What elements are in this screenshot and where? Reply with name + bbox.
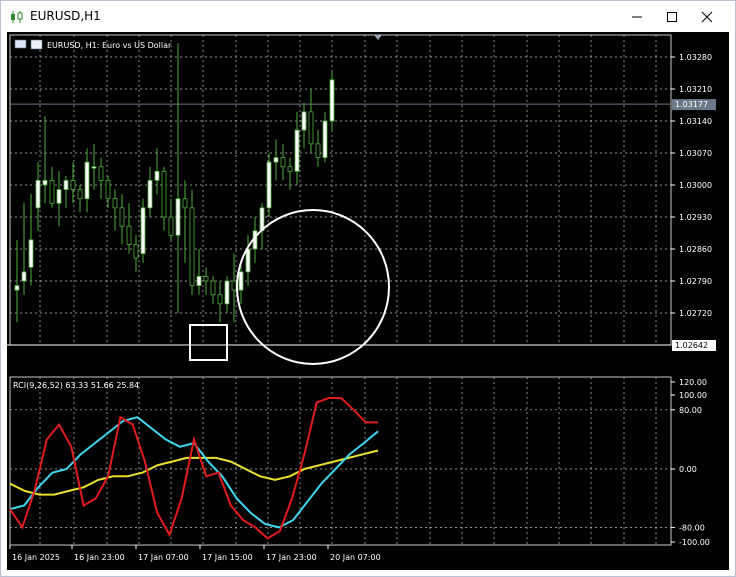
- time-label: 16 Jan 2025: [12, 553, 60, 562]
- bullish-candle: [84, 161, 90, 200]
- chart-background: [7, 32, 729, 570]
- chart-window-icon: [30, 39, 43, 50]
- close-button[interactable]: [691, 3, 723, 31]
- bullish-candle: [91, 166, 97, 169]
- bearish-candle: [105, 180, 111, 200]
- bullish-candle: [21, 271, 27, 282]
- bullish-candle: [56, 189, 62, 204]
- maximize-icon: [667, 12, 677, 22]
- price-chart[interactable]: 1.03280 1.03210 1.03140 1.03070 1.03000 1.029…: [7, 32, 729, 570]
- bullish-candle: [147, 180, 153, 209]
- bearish-candle: [161, 170, 167, 218]
- bearish-candle: [77, 189, 83, 200]
- candlestick-chart-icon: [11, 11, 23, 23]
- bearish-candle: [217, 294, 223, 305]
- indicator-scale-label: -80.00: [679, 523, 705, 532]
- symbol-header: EURUSD, H1: Euro vs US Dollar: [47, 41, 172, 50]
- bullish-candle: [224, 280, 230, 305]
- indicator-scale-label: -100.00: [679, 538, 710, 547]
- bearish-candle: [70, 180, 76, 190]
- price-label: 1.02860: [679, 245, 712, 254]
- bearish-candle: [315, 143, 321, 158]
- time-label: 17 Jan 07:00: [138, 553, 189, 562]
- bearish-candle: [119, 207, 125, 227]
- bullish-candle: [28, 239, 34, 268]
- window-title: EURUSD,H1: [30, 9, 101, 23]
- title-bar[interactable]: EURUSD,H1: [1, 1, 735, 32]
- bullish-candle: [42, 180, 48, 186]
- indicator-scale-label: 100.00: [679, 391, 707, 400]
- bearish-candle: [189, 207, 195, 286]
- bullish-candle: [154, 170, 160, 181]
- bullish-candle: [238, 271, 244, 291]
- price-label: 1.03140: [679, 117, 712, 126]
- bearish-candle: [98, 166, 104, 181]
- bullish-candle: [259, 207, 265, 232]
- bearish-candle: [49, 180, 55, 204]
- bullish-candle: [63, 180, 69, 190]
- bearish-candle: [168, 216, 174, 236]
- current-price-label: 1.03177: [675, 100, 708, 109]
- bearish-candle: [210, 280, 216, 296]
- time-label: 16 Jan 23:00: [74, 553, 125, 562]
- flag-icon: [14, 39, 27, 49]
- bearish-candle: [182, 198, 188, 209]
- bearish-candle: [308, 111, 314, 145]
- level-price-label: 1.02642: [675, 341, 708, 350]
- chart-window: EURUSD,H1 1.03280 1.03210 1.03140 1.03070 1.…: [0, 0, 736, 577]
- bullish-candle: [294, 129, 300, 172]
- bearish-candle: [203, 276, 209, 282]
- price-label: 1.03070: [679, 149, 712, 158]
- close-icon: [701, 11, 713, 23]
- bullish-candle: [301, 111, 307, 131]
- indicator-scale-label: 80.00: [679, 406, 702, 415]
- bullish-candle: [329, 79, 335, 122]
- bullish-candle: [273, 157, 279, 163]
- maximize-button[interactable]: [656, 3, 688, 31]
- indicator-scale-label: 0.00: [679, 465, 697, 474]
- bullish-candle: [245, 248, 251, 273]
- bearish-candle: [280, 157, 286, 168]
- bearish-candle: [287, 166, 293, 172]
- time-label: 20 Jan 07:00: [330, 553, 381, 562]
- bearish-candle: [126, 225, 132, 245]
- price-label: 1.03000: [679, 181, 712, 190]
- bullish-candle: [35, 180, 41, 209]
- bearish-candle: [231, 280, 237, 291]
- bullish-candle: [14, 285, 20, 291]
- chart-area[interactable]: 1.03280 1.03210 1.03140 1.03070 1.03000 1.029…: [7, 32, 729, 570]
- bullish-candle: [266, 161, 272, 209]
- price-label: 1.03210: [679, 85, 712, 94]
- minimize-button[interactable]: [621, 3, 653, 31]
- bullish-candle: [196, 276, 202, 286]
- minimize-icon: [632, 16, 642, 18]
- bullish-candle: [140, 207, 146, 254]
- time-label: 17 Jan 23:00: [266, 553, 317, 562]
- bearish-candle: [133, 244, 139, 259]
- price-label: 1.03280: [679, 53, 712, 62]
- price-label: 1.02790: [679, 277, 712, 286]
- price-label: 1.02720: [679, 309, 712, 318]
- indicator-header: RCI(9,26,52) 63.33 51.66 25.84: [13, 381, 139, 390]
- price-label: 1.02930: [679, 213, 712, 222]
- bullish-candle: [322, 120, 328, 158]
- bearish-candle: [112, 198, 118, 209]
- bullish-candle: [175, 198, 181, 236]
- indicator-scale-label: 120.00: [679, 378, 707, 387]
- time-label: 17 Jan 15:00: [202, 553, 253, 562]
